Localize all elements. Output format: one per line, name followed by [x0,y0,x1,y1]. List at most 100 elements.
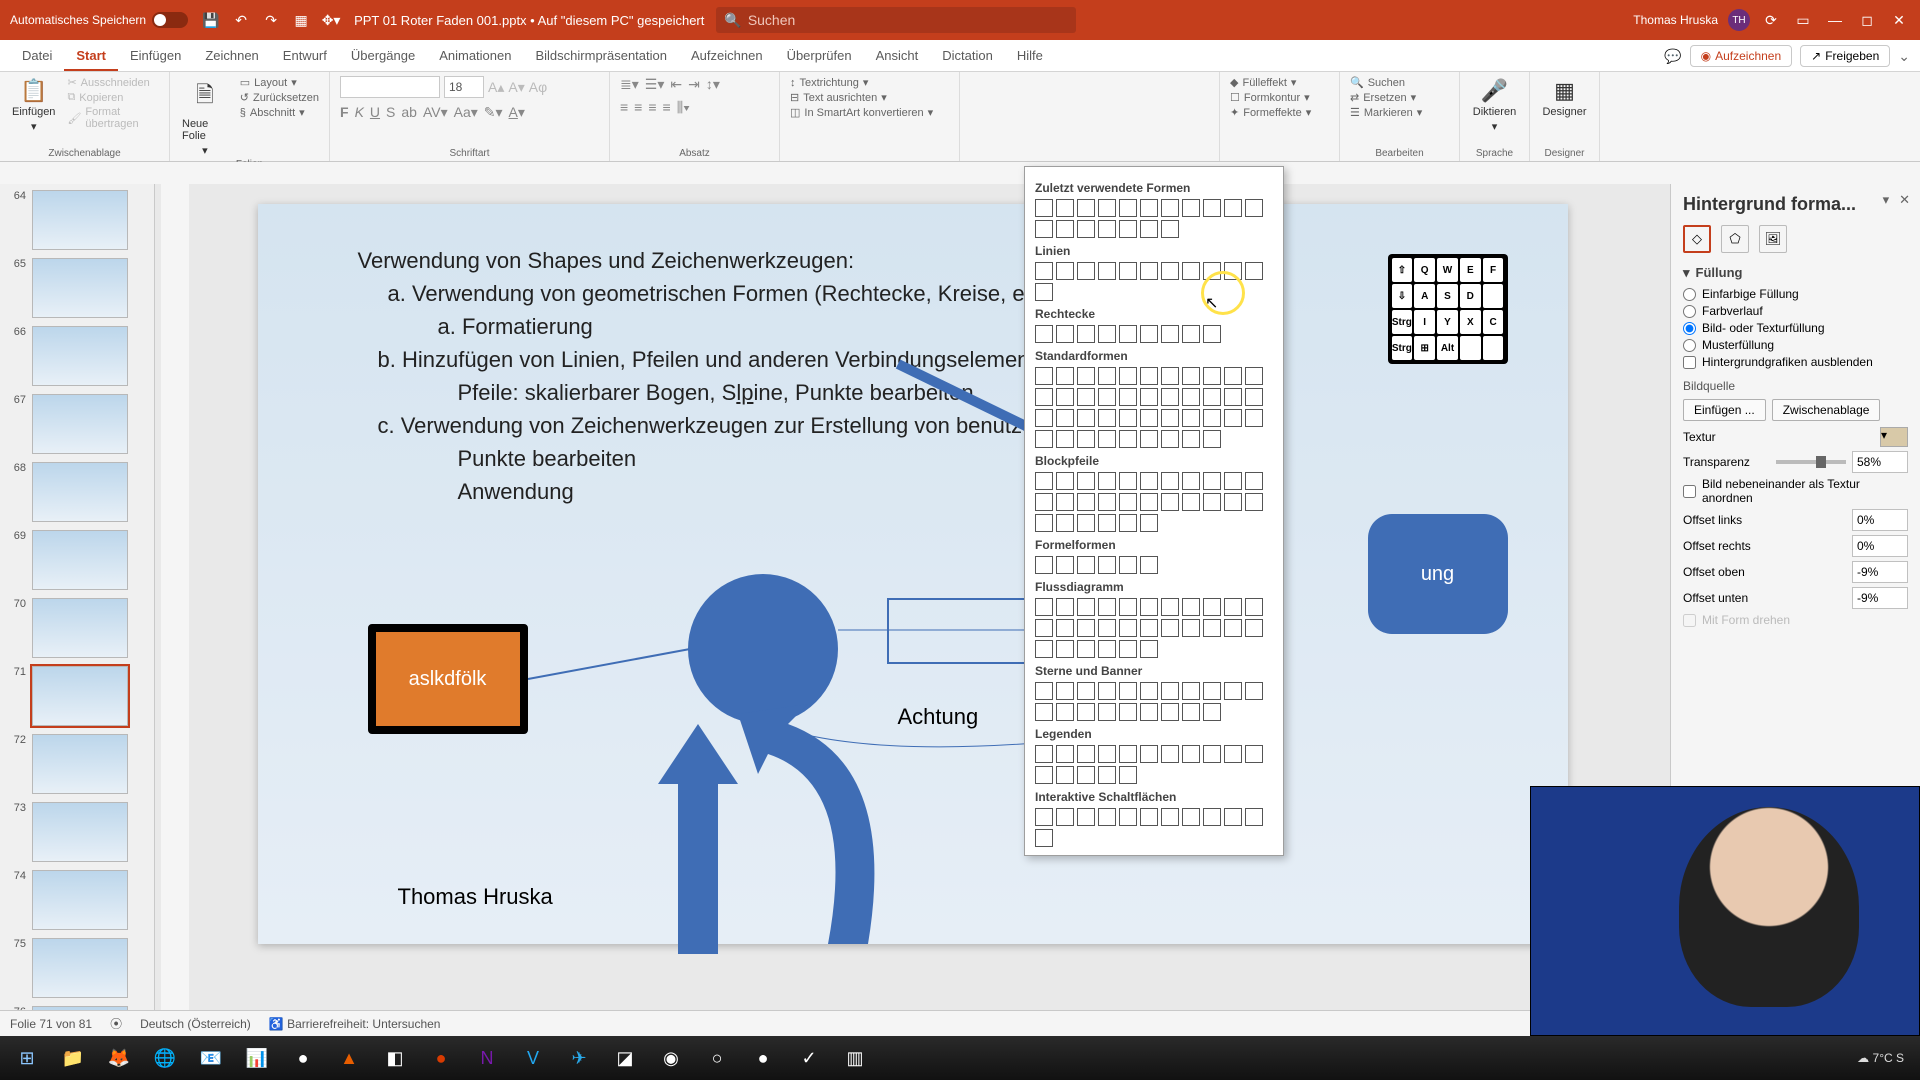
shape-item[interactable] [1140,619,1158,637]
radio-pattern-fill[interactable] [1683,339,1696,352]
thumbnail-64[interactable]: 64 [6,190,148,250]
shape-item[interactable] [1056,703,1074,721]
shape-item[interactable] [1056,640,1074,658]
shape-item[interactable] [1203,472,1221,490]
shape-item[interactable] [1056,619,1074,637]
shape-item[interactable] [1119,514,1137,532]
slide-thumbnail-pane[interactable]: 6465666768697071727374757677 [0,184,155,1010]
thumbnail-67[interactable]: 67 [6,394,148,454]
transparency-input[interactable] [1852,451,1908,473]
shape-item[interactable] [1056,556,1074,574]
outlook-icon[interactable]: 📧 [190,1040,232,1076]
app-icon[interactable]: ● [282,1040,324,1076]
thumbnail-73[interactable]: 73 [6,802,148,862]
offset-right-input[interactable] [1852,535,1908,557]
shape-item[interactable] [1140,808,1158,826]
italic-icon[interactable]: K [355,104,364,121]
new-slide-button[interactable]: 🗎Neue Folie▾ [180,76,230,159]
blue-rounded-rect-shape[interactable]: ung [1368,514,1508,634]
shape-item[interactable] [1035,220,1053,238]
accessibility-status[interactable]: ♿ Barrierefreiheit: Untersuchen [269,1017,441,1031]
shape-item[interactable] [1161,745,1179,763]
shape-item[interactable] [1140,640,1158,658]
minimize-icon[interactable]: — [1824,9,1846,31]
thumbnail-65[interactable]: 65 [6,258,148,318]
fill-effect-button[interactable]: ◆ Fülleffekt ▾ [1230,76,1329,89]
cut-button[interactable]: ✂ Ausschneiden [67,76,159,89]
shape-item[interactable] [1245,388,1263,406]
shape-item[interactable] [1098,199,1116,217]
shape-item[interactable] [1098,640,1116,658]
tab-überprüfen[interactable]: Überprüfen [775,42,864,71]
shape-item[interactable] [1245,472,1263,490]
tab-aufzeichnen[interactable]: Aufzeichnen [679,42,775,71]
shape-item[interactable] [1056,682,1074,700]
indent-dec-icon[interactable]: ⇤ [670,76,682,93]
shape-item[interactable] [1035,199,1053,217]
shape-item[interactable] [1140,514,1158,532]
shape-item[interactable] [1203,493,1221,511]
shape-item[interactable] [1245,745,1263,763]
shape-item[interactable] [1035,556,1053,574]
tab-hilfe[interactable]: Hilfe [1005,42,1055,71]
shape-item[interactable] [1161,262,1179,280]
spellcheck-icon[interactable]: ⦿ [110,1015,122,1032]
sync-icon[interactable]: ⟳ [1760,9,1782,31]
shape-item[interactable] [1224,199,1242,217]
shape-item[interactable] [1098,703,1116,721]
shape-item[interactable] [1203,388,1221,406]
shape-item[interactable] [1119,682,1137,700]
app-icon-8[interactable]: ▥ [834,1040,876,1076]
record-button[interactable]: ◉ Aufzeichnen [1690,45,1793,67]
shape-item[interactable] [1119,493,1137,511]
effects-mode-tab[interactable]: ⬠ [1721,225,1749,253]
font-size-input[interactable] [444,76,484,98]
font-name-input[interactable] [340,76,440,98]
comments-icon[interactable]: 💬 [1664,48,1681,65]
shape-item[interactable] [1245,598,1263,616]
tab-ansicht[interactable]: Ansicht [864,42,931,71]
shape-item[interactable] [1140,262,1158,280]
tab-einfügen[interactable]: Einfügen [118,42,193,71]
align-text-button[interactable]: ⊟ Text ausrichten ▾ [790,91,949,104]
shape-item[interactable] [1224,619,1242,637]
pane-options-icon[interactable]: ▾ [1883,192,1890,208]
slide-canvas[interactable]: Verwendung von Shapes und Zeichenwerkzeu… [258,204,1568,944]
shape-item[interactable] [1098,598,1116,616]
shape-item[interactable] [1098,367,1116,385]
thumbnail-68[interactable]: 68 [6,462,148,522]
firefox-icon[interactable]: 🦊 [98,1040,140,1076]
columns-icon[interactable]: ⫼▾ [677,99,690,116]
shape-item[interactable] [1098,493,1116,511]
find-button[interactable]: 🔍 Suchen [1350,76,1449,89]
radio-picture-fill[interactable] [1683,322,1696,335]
shape-item[interactable] [1119,703,1137,721]
thumbnail-76[interactable]: 76 [6,1006,148,1010]
shape-item[interactable] [1035,409,1053,427]
shape-item[interactable] [1035,598,1053,616]
shape-item[interactable] [1182,472,1200,490]
shadow-icon[interactable]: ab [401,104,417,121]
touch-mode-icon[interactable]: ✥▾ [320,9,342,31]
shape-item[interactable] [1077,703,1095,721]
checkbox-tile[interactable] [1683,485,1696,498]
telegram-icon[interactable]: ✈ [558,1040,600,1076]
shape-item[interactable] [1119,556,1137,574]
layout-button[interactable]: ▭ Layout ▾ [240,76,319,89]
shape-item[interactable] [1056,514,1074,532]
indent-inc-icon[interactable]: ⇥ [688,76,700,93]
block-arrow-up-shape[interactable] [658,724,738,954]
picture-mode-tab[interactable]: 🖼 [1759,225,1787,253]
shape-item[interactable] [1035,430,1053,448]
shape-item[interactable] [1035,283,1053,301]
align-right-icon[interactable]: ≡ [648,99,656,116]
shape-item[interactable] [1182,367,1200,385]
chrome-icon[interactable]: 🌐 [144,1040,186,1076]
shape-item[interactable] [1035,640,1053,658]
shape-item[interactable] [1119,388,1137,406]
shape-item[interactable] [1098,808,1116,826]
shape-item[interactable] [1245,367,1263,385]
shape-item[interactable] [1077,220,1095,238]
ribbon-collapse-icon[interactable]: ⌄ [1898,48,1910,65]
shape-item[interactable] [1077,682,1095,700]
